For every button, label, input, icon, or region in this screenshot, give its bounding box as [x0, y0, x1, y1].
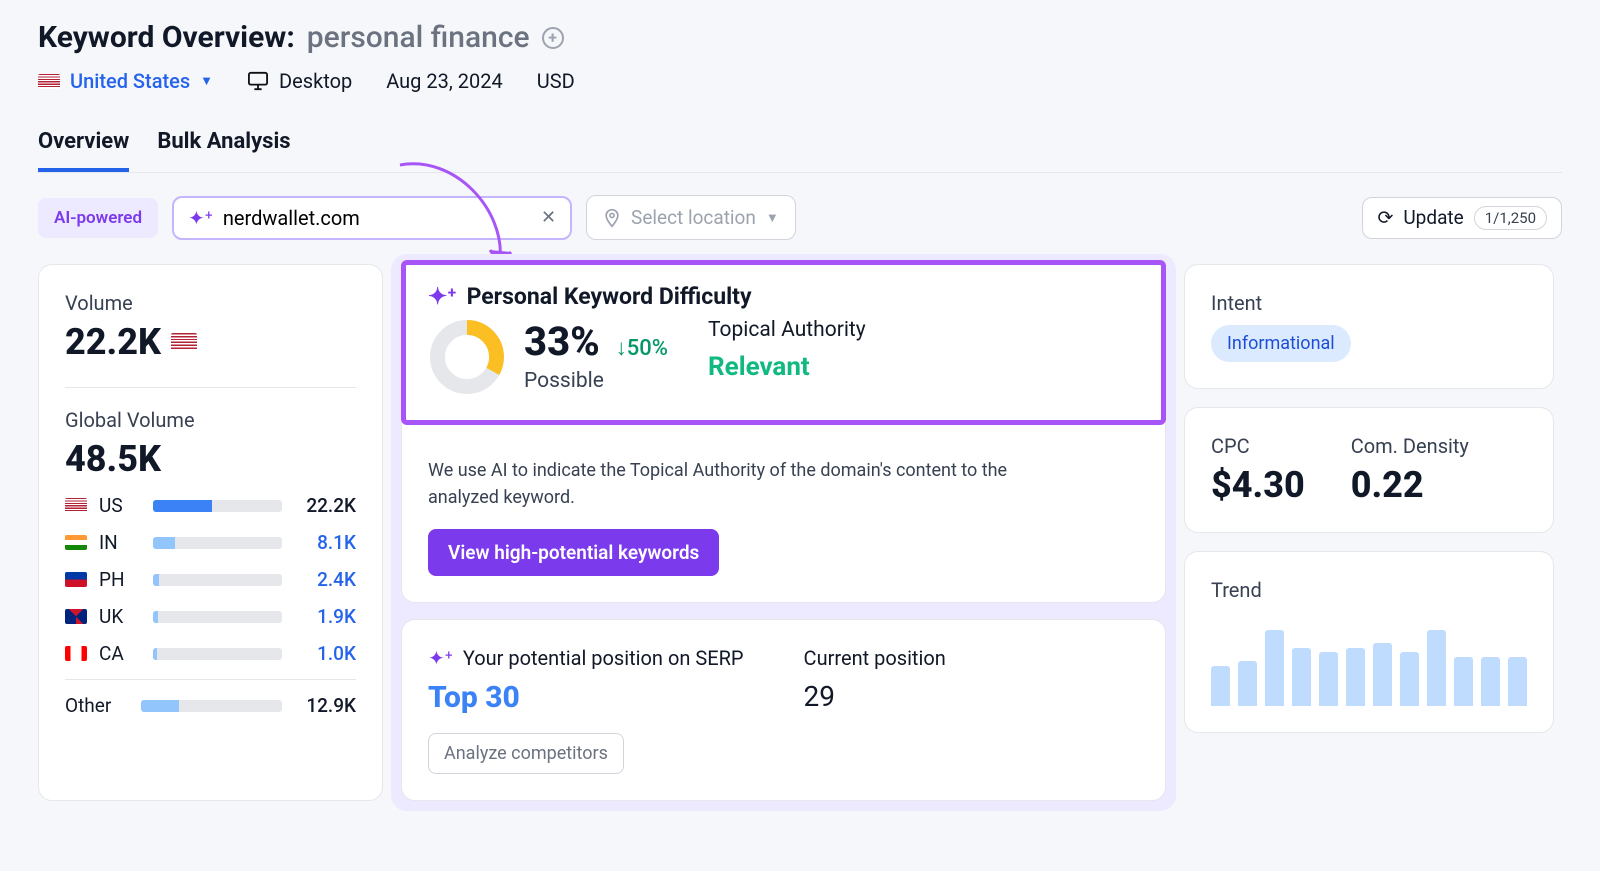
tab-bulk-analysis[interactable]: Bulk Analysis [157, 129, 290, 172]
country-label: United States [70, 69, 190, 93]
global-volume-row[interactable]: IN 8.1K [65, 531, 356, 554]
tab-overview[interactable]: Overview [38, 129, 129, 172]
country-code: PH [99, 568, 141, 591]
country-volume-value: 8.1K [294, 531, 356, 554]
chevron-down-icon: ▼ [200, 73, 213, 89]
trend-bar [1373, 643, 1392, 706]
global-volume-value: 48.5K [65, 438, 161, 480]
global-volume-label: Global Volume [65, 408, 356, 432]
page-title-prefix: Keyword Overview: [38, 20, 295, 55]
global-volume-row[interactable]: PH 2.4K [65, 568, 356, 591]
flag-us-icon [171, 333, 197, 351]
view-high-potential-button[interactable]: View high-potential keywords [428, 529, 719, 576]
cpc-value: $4.30 [1211, 464, 1305, 506]
page-title-keyword: personal finance [307, 20, 530, 55]
ai-powered-badge: AI-powered [38, 198, 158, 238]
trend-bar [1292, 648, 1311, 707]
pkd-title: Personal Keyword Difficulty [467, 283, 752, 310]
trend-bar [1211, 666, 1230, 707]
trend-bar [1346, 648, 1365, 707]
pkd-percent: 33% [524, 318, 600, 365]
country-selector[interactable]: United States ▼ [38, 69, 213, 93]
trend-label: Trend [1211, 578, 1527, 602]
desktop-icon [247, 71, 269, 91]
ai-note-card: We use AI to indicate the Topical Author… [401, 423, 1166, 603]
global-volume-row[interactable]: CA 1.0K [65, 642, 356, 665]
flag-icon [65, 646, 87, 661]
chevron-down-icon: ▼ [766, 210, 779, 226]
country-code: CA [99, 642, 141, 665]
date-label: Aug 23, 2024 [386, 69, 503, 93]
country-code: UK [99, 605, 141, 628]
pkd-donut-chart [428, 318, 506, 396]
location-selector[interactable]: Select location ▼ [586, 195, 796, 240]
ai-note-text: We use AI to indicate the Topical Author… [428, 457, 1008, 511]
country-volume-value: 1.9K [294, 605, 356, 628]
add-keyword-button[interactable]: + [542, 27, 564, 49]
trend-bar [1319, 652, 1338, 706]
pkd-rating: Possible [524, 369, 668, 393]
trend-bar [1400, 652, 1419, 706]
potential-position-label: Your potential position on SERP [463, 646, 744, 670]
update-button[interactable]: ⟳ Update 1/1,250 [1362, 197, 1562, 239]
intent-card: Intent Informational [1184, 264, 1554, 389]
topical-authority-value: Relevant [708, 352, 866, 382]
trend-chart [1211, 616, 1527, 706]
domain-input-wrapper[interactable]: ✦⁺ ✕ [172, 196, 572, 240]
global-volume-row[interactable]: US 22.2K [65, 494, 356, 517]
domain-input[interactable] [223, 206, 531, 230]
trend-bar [1265, 630, 1284, 707]
flag-icon [65, 535, 87, 550]
trend-bar [1238, 661, 1257, 706]
volume-card: Volume 22.2K Global Volume 48.5K US 22.2K… [38, 264, 383, 801]
country-volume-value: 2.4K [294, 568, 356, 591]
country-volume-value: 22.2K [294, 494, 356, 517]
cpc-card: CPC $4.30 Com. Density 0.22 [1184, 407, 1554, 533]
update-label: Update [1403, 206, 1463, 229]
global-volume-row[interactable]: UK 1.9K [65, 605, 356, 628]
country-volume-value: 1.0K [294, 642, 356, 665]
location-pin-icon [603, 208, 621, 228]
pkd-highlight-frame: ✦⁺ Personal Keyword Difficulty [401, 260, 1166, 425]
potential-position-value: Top 30 [428, 680, 744, 715]
sparkle-icon: ✦⁺ [188, 206, 213, 230]
serp-position-card: ✦⁺ Your potential position on SERP Top 3… [401, 619, 1166, 801]
intent-value-pill[interactable]: Informational [1211, 325, 1351, 362]
location-placeholder: Select location [631, 206, 756, 229]
device-selector[interactable]: Desktop [247, 69, 352, 93]
trend-bar [1454, 657, 1473, 707]
global-volume-row-other: Other 12.9K [65, 694, 356, 717]
device-label: Desktop [279, 69, 352, 93]
com-density-label: Com. Density [1351, 434, 1469, 458]
country-code: US [99, 494, 141, 517]
cpc-label: CPC [1211, 434, 1305, 458]
trend-card: Trend [1184, 551, 1554, 733]
trend-bar [1508, 657, 1527, 707]
sparkle-icon: ✦⁺ [428, 646, 453, 670]
topical-authority-label: Topical Authority [708, 318, 866, 342]
volume-other-value: 12.9K [294, 694, 356, 717]
current-position-value: 29 [804, 680, 946, 713]
sparkle-icon: ✦⁺ [428, 283, 457, 310]
flag-icon [65, 572, 87, 587]
trend-bar [1427, 630, 1446, 707]
trend-bar [1481, 657, 1500, 707]
update-count: 1/1,250 [1474, 206, 1547, 230]
refresh-icon: ⟳ [1377, 206, 1393, 229]
flag-icon [65, 609, 87, 624]
com-density-value: 0.22 [1351, 464, 1469, 506]
intent-label: Intent [1211, 291, 1527, 315]
country-code: Other [65, 694, 129, 717]
currency-label: USD [537, 69, 575, 93]
volume-label: Volume [65, 291, 356, 315]
current-position-label: Current position [804, 646, 946, 670]
volume-value: 22.2K [65, 321, 161, 363]
flag-icon [65, 498, 87, 513]
clear-domain-button[interactable]: ✕ [541, 207, 556, 228]
pkd-delta: ↓50% [616, 335, 668, 361]
country-code: IN [99, 531, 141, 554]
analyze-competitors-button[interactable]: Analyze competitors [428, 733, 624, 774]
flag-us-icon [38, 74, 60, 89]
